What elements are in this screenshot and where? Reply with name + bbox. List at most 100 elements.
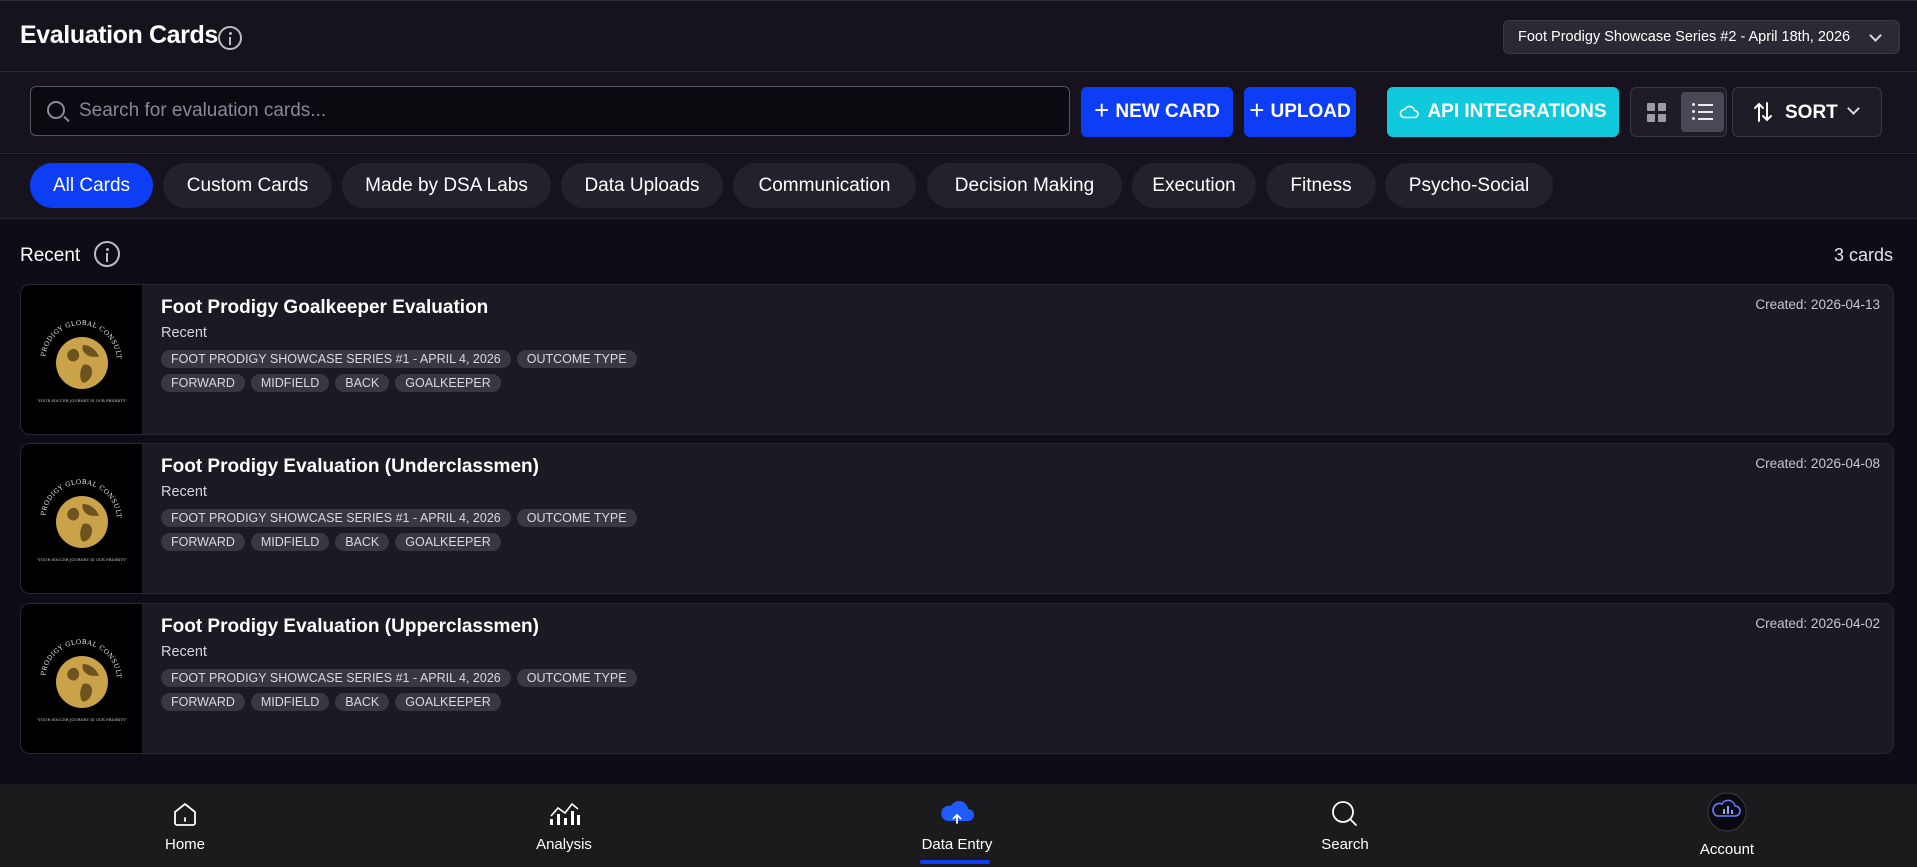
chip-data-uploads[interactable]: Data Uploads	[561, 163, 723, 208]
sort-button[interactable]: SORT	[1732, 87, 1882, 137]
nav-label: Account	[1699, 841, 1755, 858]
tag-row: FOOT PRODIGY SHOWCASE SERIES #1 - APRIL …	[161, 350, 637, 368]
header: Evaluation Cards Foot Prodigy Showcase S…	[0, 0, 1917, 72]
info-icon[interactable]	[94, 241, 120, 267]
new-card-label: NEW CARD	[1115, 101, 1220, 122]
nav-search[interactable]: Search	[1265, 784, 1425, 867]
grid-icon	[1658, 114, 1666, 122]
svg-text:"YOUR SOCCER JOURNEY IS OUR PR: "YOUR SOCCER JOURNEY IS OUR PRIORITY"	[37, 557, 128, 562]
view-toggle	[1630, 87, 1727, 137]
card-logo: FOOT PRODIGY GLOBAL CONSULTANCY "YOUR SO…	[21, 604, 142, 753]
evaluation-card[interactable]: FOOT PRODIGY GLOBAL CONSULTANCY "YOUR SO…	[20, 443, 1894, 594]
analysis-icon	[550, 802, 580, 825]
grid-view-button[interactable]	[1635, 92, 1678, 132]
cloud-upload-icon	[941, 801, 974, 824]
position-tag: FORWARD	[161, 533, 245, 551]
card-created-date: Created: 2026-04-08	[1755, 456, 1880, 471]
card-logo: FOOT PRODIGY GLOBAL CONSULTANCY "YOUR SO…	[21, 285, 142, 434]
card-subtitle: Recent	[161, 484, 207, 500]
search-box	[30, 86, 1070, 136]
chevron-down-icon	[1869, 29, 1882, 42]
position-tag: MIDFIELD	[250, 533, 330, 551]
nav-home[interactable]: Home	[105, 784, 265, 867]
evaluation-card[interactable]: FOOT PRODIGY GLOBAL CONSULTANCY "YOUR SO…	[20, 284, 1894, 435]
plus-icon: +	[1249, 95, 1265, 125]
chip-fitness[interactable]: Fitness	[1266, 163, 1376, 208]
nav-analysis[interactable]: Analysis	[484, 784, 644, 867]
tag-row: FOOT PRODIGY SHOWCASE SERIES #1 - APRIL …	[161, 509, 637, 527]
position-tag: GOALKEEPER	[395, 693, 501, 711]
sort-icon	[1754, 102, 1772, 122]
filter-chips: All Cards Custom Cards Made by DSA Labs …	[0, 155, 1917, 219]
event-select-value: Foot Prodigy Showcase Series #2 - April …	[1518, 29, 1851, 45]
toolbar: + NEW CARD + UPLOAD API INTEGRATIONS	[0, 72, 1917, 154]
event-select[interactable]: Foot Prodigy Showcase Series #2 - April …	[1503, 20, 1900, 54]
list-view-button[interactable]	[1681, 92, 1724, 132]
nav-data-entry[interactable]: Data Entry	[877, 784, 1037, 867]
card-title: Foot Prodigy Goalkeeper Evaluation	[161, 297, 489, 318]
chip-psycho-social[interactable]: Psycho-Social	[1385, 163, 1553, 208]
chip-made-by-dsa-labs[interactable]: Made by DSA Labs	[342, 163, 551, 208]
page-title: Evaluation Cards	[20, 21, 218, 49]
chip-all-cards[interactable]: All Cards	[30, 163, 153, 208]
section-title: Recent	[20, 245, 81, 266]
api-integrations-label: API INTEGRATIONS	[1427, 101, 1607, 122]
card-subtitle: Recent	[161, 325, 207, 341]
tag-row: FORWARD MIDFIELD BACK GOALKEEPER	[161, 374, 501, 392]
upload-button[interactable]: + UPLOAD	[1244, 87, 1356, 137]
grid-icon	[1658, 103, 1666, 111]
chevron-down-icon	[1847, 102, 1860, 115]
globe-logo-icon: FOOT PRODIGY GLOBAL CONSULTANCY "YOUR SO…	[21, 285, 128, 403]
position-tag: FORWARD	[161, 693, 245, 711]
active-indicator	[920, 860, 990, 864]
svg-text:"YOUR SOCCER JOURNEY IS OUR PR: "YOUR SOCCER JOURNEY IS OUR PRIORITY"	[37, 717, 128, 722]
chip-execution[interactable]: Execution	[1132, 163, 1256, 208]
position-tag: GOALKEEPER	[395, 533, 501, 551]
tag-row: FORWARD MIDFIELD BACK GOALKEEPER	[161, 533, 501, 551]
app-root: Evaluation Cards Foot Prodigy Showcase S…	[0, 0, 1917, 867]
chip-custom-cards[interactable]: Custom Cards	[163, 163, 332, 208]
list-icon	[1698, 104, 1713, 106]
card-title: Foot Prodigy Evaluation (Upperclassmen)	[161, 616, 539, 637]
event-tag: FOOT PRODIGY SHOWCASE SERIES #1 - APRIL …	[161, 509, 511, 527]
card-created-date: Created: 2026-04-02	[1755, 616, 1880, 631]
globe-logo-icon: FOOT PRODIGY GLOBAL CONSULTANCY "YOUR SO…	[21, 444, 128, 562]
chip-communication[interactable]: Communication	[733, 163, 916, 208]
new-card-button[interactable]: + NEW CARD	[1081, 87, 1233, 137]
search-input[interactable]	[79, 87, 1049, 134]
position-tag: BACK	[335, 374, 390, 392]
position-tag: GOALKEEPER	[395, 374, 501, 392]
upload-label: UPLOAD	[1270, 101, 1351, 122]
tag-row: FOOT PRODIGY SHOWCASE SERIES #1 - APRIL …	[161, 669, 637, 687]
home-icon	[174, 803, 196, 826]
chip-decision-making[interactable]: Decision Making	[927, 163, 1122, 208]
nav-label: Analysis	[536, 836, 592, 853]
info-icon[interactable]	[218, 26, 242, 50]
nav-account[interactable]: Account	[1647, 784, 1807, 867]
outcome-type-tag: OUTCOME TYPE	[516, 669, 637, 687]
card-title: Foot Prodigy Evaluation (Underclassmen)	[161, 456, 539, 477]
outcome-type-tag: OUTCOME TYPE	[516, 509, 637, 527]
account-avatar	[1707, 792, 1747, 832]
card-logo: FOOT PRODIGY GLOBAL CONSULTANCY "YOUR SO…	[21, 444, 142, 593]
outcome-type-tag: OUTCOME TYPE	[516, 350, 637, 368]
card-count: 3 cards	[1833, 245, 1893, 265]
position-tag: MIDFIELD	[250, 374, 330, 392]
svg-text:"YOUR SOCCER JOURNEY IS OUR PR: "YOUR SOCCER JOURNEY IS OUR PRIORITY"	[37, 398, 128, 403]
position-tag: MIDFIELD	[250, 693, 330, 711]
globe-logo-icon: FOOT PRODIGY GLOBAL CONSULTANCY "YOUR SO…	[21, 604, 128, 722]
list-icon	[1692, 110, 1695, 113]
list-icon	[1692, 103, 1695, 106]
nav-label: Search	[1321, 836, 1369, 853]
grid-icon	[1647, 114, 1655, 122]
sort-label: SORT	[1785, 102, 1838, 123]
api-integrations-button[interactable]: API INTEGRATIONS	[1387, 87, 1619, 137]
evaluation-card[interactable]: FOOT PRODIGY GLOBAL CONSULTANCY "YOUR SO…	[20, 603, 1894, 754]
list-icon	[1698, 118, 1713, 120]
nav-label: Data Entry	[921, 836, 993, 853]
search-icon	[47, 101, 65, 119]
list-icon	[1698, 111, 1713, 113]
list-icon	[1692, 117, 1695, 120]
grid-icon	[1647, 103, 1655, 111]
nav-label: Home	[164, 836, 205, 853]
